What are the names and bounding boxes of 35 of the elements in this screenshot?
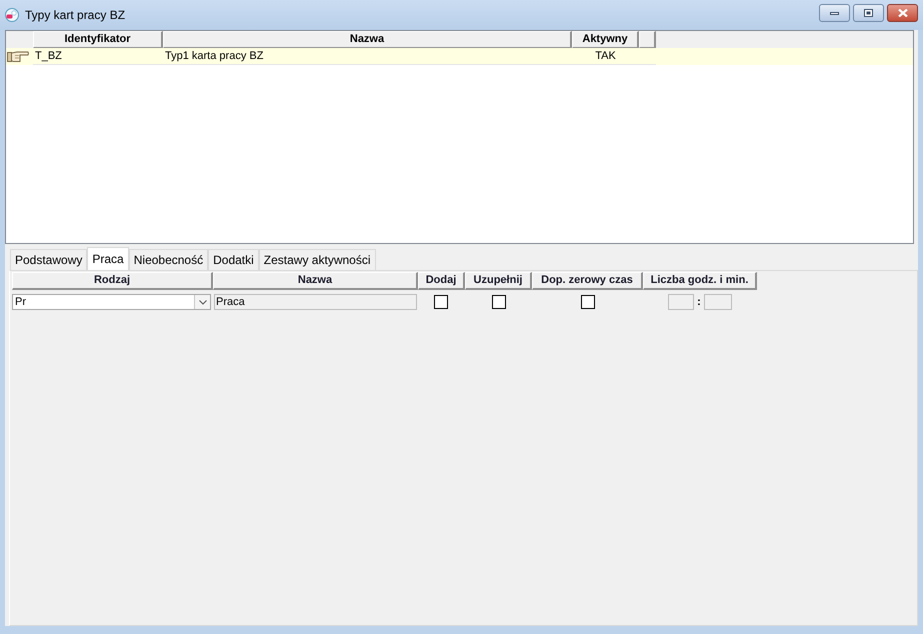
close-button[interactable] (887, 4, 918, 22)
chevron-down-icon (198, 300, 206, 304)
column-header[interactable]: Rodzaj (12, 272, 213, 290)
tab[interactable]: Podstawowy (10, 249, 88, 270)
close-icon (898, 9, 908, 17)
column-header[interactable]: Identyfikator (33, 31, 163, 48)
tab[interactable]: Dodatki (208, 249, 259, 270)
tab[interactable]: Nieobecność (128, 249, 208, 270)
table-cell: T_BZ (33, 48, 163, 65)
table-cell: Typ1 karta pracy BZ (163, 48, 572, 65)
checkbox[interactable] (580, 295, 594, 309)
table-cell: TAK (572, 48, 639, 65)
app-logo-icon (5, 8, 19, 22)
column-header[interactable]: Dodaj (418, 272, 465, 290)
column-header[interactable]: Dop. zerowy czas (532, 272, 643, 290)
pointing-hand-icon (7, 50, 29, 63)
column-header[interactable]: Aktywny (572, 31, 639, 48)
maximize-icon (864, 9, 873, 17)
maximize-button[interactable] (853, 4, 884, 22)
column-header[interactable]: Nazwa (213, 272, 418, 290)
combo-box[interactable]: Pr (12, 294, 211, 310)
minimize-icon (830, 12, 839, 14)
checkbox[interactable] (434, 295, 448, 309)
column-header[interactable]: Nazwa (163, 31, 572, 48)
minimize-button[interactable] (819, 4, 850, 22)
time-separator: : (696, 295, 702, 309)
column-header[interactable]: Uzupełnij (465, 272, 532, 290)
column-header[interactable]: Liczba godz. i min. (643, 272, 757, 290)
dropdown-button[interactable] (194, 295, 210, 309)
column-header[interactable] (639, 31, 656, 48)
grid-row[interactable]: T_BZ Typ1 karta pracy BZ TAK (6, 48, 913, 65)
checkbox[interactable] (492, 295, 506, 309)
tab[interactable]: Zestawy aktywności (258, 249, 376, 270)
tab[interactable]: Praca (87, 247, 129, 270)
window-title: Typy kart pracy BZ (25, 7, 126, 24)
